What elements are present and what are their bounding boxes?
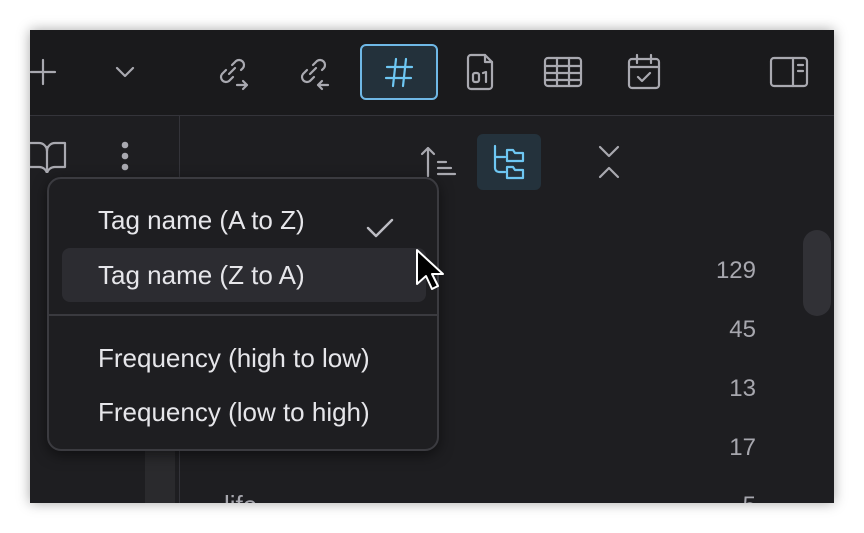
calendar-icon[interactable] <box>605 44 683 100</box>
backlinks-icon[interactable] <box>275 44 353 100</box>
tags-icon[interactable] <box>360 44 438 100</box>
collapse-all-icon[interactable] <box>577 134 641 190</box>
check-icon <box>366 215 394 246</box>
mouse-cursor-icon <box>415 248 445 296</box>
tag-pane-scrollbar[interactable] <box>803 230 831 316</box>
tag-count: 45 <box>729 316 756 343</box>
sort-menu: Tag name (A to Z) Tag name (Z to A) Freq… <box>47 177 439 451</box>
tag-count: 13 <box>729 375 756 402</box>
top-toolbar <box>30 30 834 116</box>
tag-count: 17 <box>729 434 756 461</box>
sort-tag-name-z-a[interactable]: Tag name (Z to A) <box>62 248 426 302</box>
tag-name[interactable]: life <box>224 490 257 503</box>
sort-frequency-high-low[interactable]: Frequency (high to low) <box>62 331 426 385</box>
menu-item-label: Tag name (Z to A) <box>98 259 305 290</box>
chevron-down-icon[interactable] <box>86 44 164 100</box>
tag-count: 5 <box>743 492 756 503</box>
outgoing-links-icon[interactable] <box>194 44 272 100</box>
table-icon[interactable] <box>524 44 602 100</box>
plus-icon[interactable] <box>30 44 82 100</box>
menu-item-label: Frequency (high to low) <box>98 342 370 373</box>
right-sidebar-toggle-icon[interactable] <box>750 44 828 100</box>
book-icon[interactable] <box>30 136 72 176</box>
file-properties-icon[interactable] <box>441 44 519 100</box>
menu-item-label: Frequency (low to high) <box>98 396 370 427</box>
tag-count: 129 <box>715 257 756 284</box>
sort-tag-name-a-z[interactable]: Tag name (A to Z) <box>62 193 426 247</box>
tree-view-icon[interactable] <box>477 134 541 190</box>
menu-item-label: Tag name (A to Z) <box>98 204 305 235</box>
more-vertical-icon[interactable] <box>110 136 140 176</box>
menu-divider <box>49 314 437 316</box>
app-window: 129 45 13 17 life 5 Tag name (A to Z) Ta… <box>30 30 834 503</box>
sort-frequency-low-high[interactable]: Frequency (low to high) <box>62 385 426 439</box>
